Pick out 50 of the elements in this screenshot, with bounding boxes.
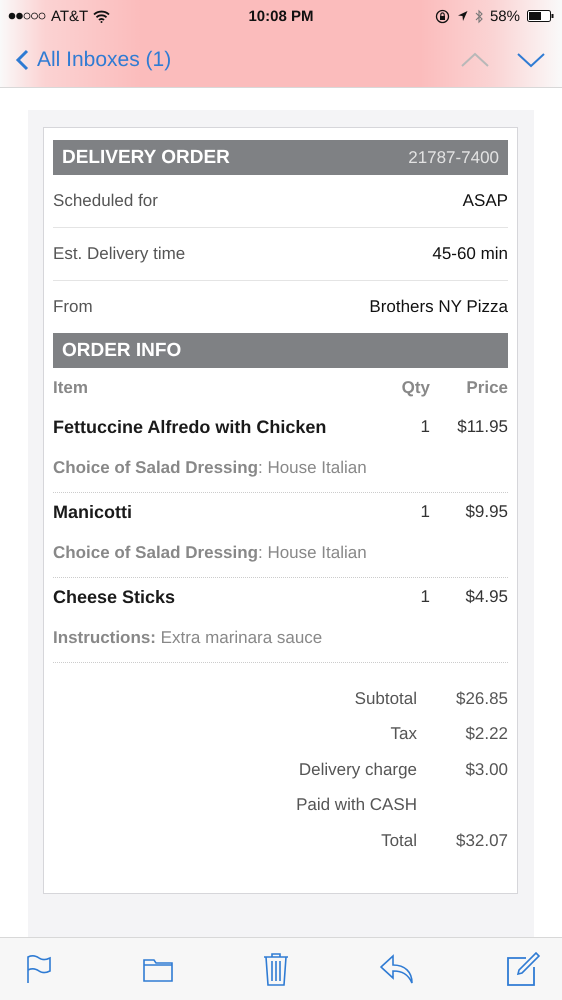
total-label: Tax: [390, 724, 417, 744]
item-price: $11.95: [456, 417, 508, 437]
bluetooth-icon: [474, 8, 483, 24]
detail-label: Est. Delivery time: [53, 244, 186, 264]
wifi-icon: [93, 10, 110, 22]
compose-icon[interactable]: [506, 952, 540, 986]
item-name: Fettuccine Alfredo with Chicken: [53, 416, 328, 438]
column-header: Price: [465, 378, 508, 398]
flag-icon[interactable]: [26, 954, 52, 984]
location-arrow-icon: [456, 10, 468, 22]
back-button[interactable]: All Inboxes (1): [16, 48, 172, 72]
item-quantity: 1: [420, 502, 430, 522]
column-header: Qty: [400, 378, 430, 398]
item-note: Choice of Salad Dressing: House Italian: [53, 458, 368, 478]
next-message-icon[interactable]: [516, 52, 546, 68]
detail-label: Scheduled for: [53, 191, 158, 211]
item-name: Manicotti: [53, 502, 133, 522]
signal-icon: [8, 12, 46, 20]
detail-value: ASAP: [462, 191, 508, 211]
item-price: $4.95: [464, 587, 508, 607]
trash-icon[interactable]: [263, 952, 289, 986]
item-quantity: 1: [420, 417, 430, 437]
item-note: Choice of Salad Dressing: House Italian: [53, 543, 368, 563]
item-quantity: 1: [420, 587, 430, 607]
total-amount: $26.85: [456, 688, 508, 708]
total-label: Total: [381, 830, 417, 851]
detail-label: From: [53, 297, 93, 317]
total-amount: $3.00: [465, 760, 508, 779]
total-amount: $2.22: [465, 724, 508, 744]
order-number: 21787-7400: [408, 148, 499, 168]
item-name: Cheese Sticks: [53, 586, 176, 608]
total-amount: $32.07: [456, 830, 508, 850]
total-label: Paid with CASH: [296, 795, 417, 816]
section-title: DELIVERY ORDER: [62, 146, 230, 168]
column-header: Item: [53, 378, 89, 398]
item-note: Instructions: Extra marinara sauce: [53, 628, 324, 648]
rotation-lock-icon: [434, 8, 450, 24]
carrier-name: AT&T: [51, 8, 88, 24]
back-chevron-icon: [16, 48, 29, 70]
section-title: ORDER INFO: [62, 340, 182, 362]
detail-value: Brothers NY Pizza: [369, 297, 508, 317]
battery-icon: [526, 10, 554, 22]
detail-value: 45-60 min: [432, 244, 508, 264]
clock-time: 10:08 PM: [248, 8, 314, 24]
battery-percent: 58%: [490, 8, 520, 24]
item-price: $9.95: [464, 502, 508, 522]
total-label: Delivery charge: [298, 760, 417, 780]
folder-icon[interactable]: [142, 956, 172, 982]
total-label: Subtotal: [354, 688, 417, 709]
reply-icon[interactable]: [380, 954, 416, 984]
